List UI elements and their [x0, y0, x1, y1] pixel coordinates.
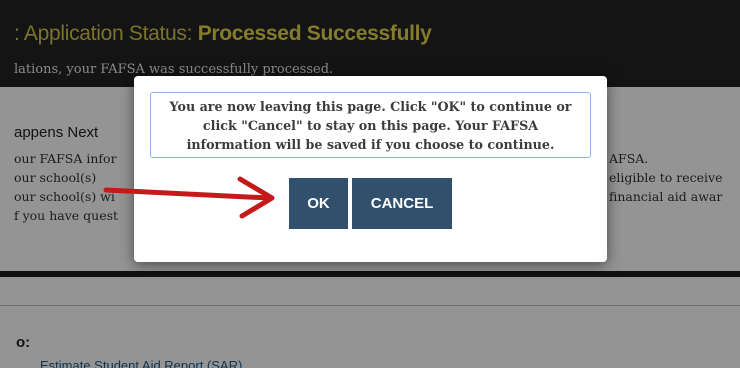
cancel-button[interactable]: CANCEL [352, 178, 452, 229]
leave-page-dialog: You are now leaving this page. Click "OK… [134, 76, 607, 262]
dialog-message: You are now leaving this page. Click "OK… [150, 92, 591, 158]
ok-button[interactable]: OK [289, 178, 348, 229]
